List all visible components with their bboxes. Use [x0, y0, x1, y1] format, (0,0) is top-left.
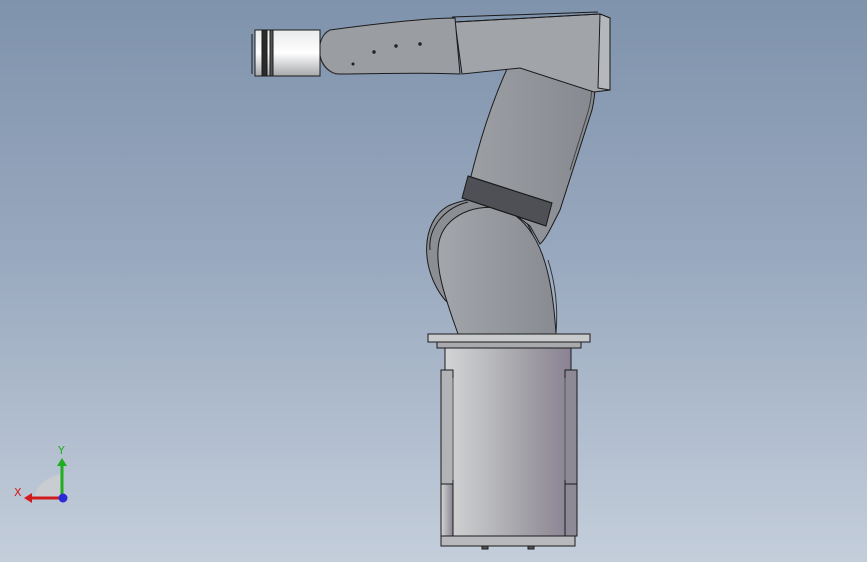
graphics-viewport[interactable]: Y X — [0, 0, 867, 562]
end-effector[interactable] — [251, 29, 321, 77]
x-axis-label: X — [14, 486, 22, 499]
y-axis-arrow-icon — [57, 458, 67, 466]
x-axis-arrow-icon — [24, 493, 32, 503]
coordinate-triad: Y X — [14, 444, 68, 503]
z-axis-dot-icon — [58, 493, 68, 503]
y-axis-label: Y — [57, 444, 65, 457]
forearm-link[interactable] — [318, 17, 461, 75]
robot-base[interactable] — [427, 333, 591, 550]
robot-arm-model[interactable] — [0, 0, 867, 562]
